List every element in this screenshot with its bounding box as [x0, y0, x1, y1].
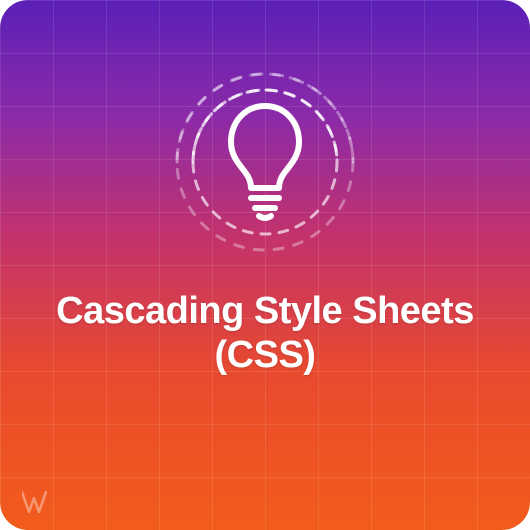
brand-logo [22, 490, 56, 514]
title-line-1: Cascading Style Sheets [56, 290, 474, 332]
card-title: Cascading Style Sheets (CSS) [0, 290, 530, 377]
title-line-2: (CSS) [215, 334, 316, 376]
lightbulb-icon [155, 44, 375, 264]
info-card: Cascading Style Sheets (CSS) [0, 0, 530, 530]
